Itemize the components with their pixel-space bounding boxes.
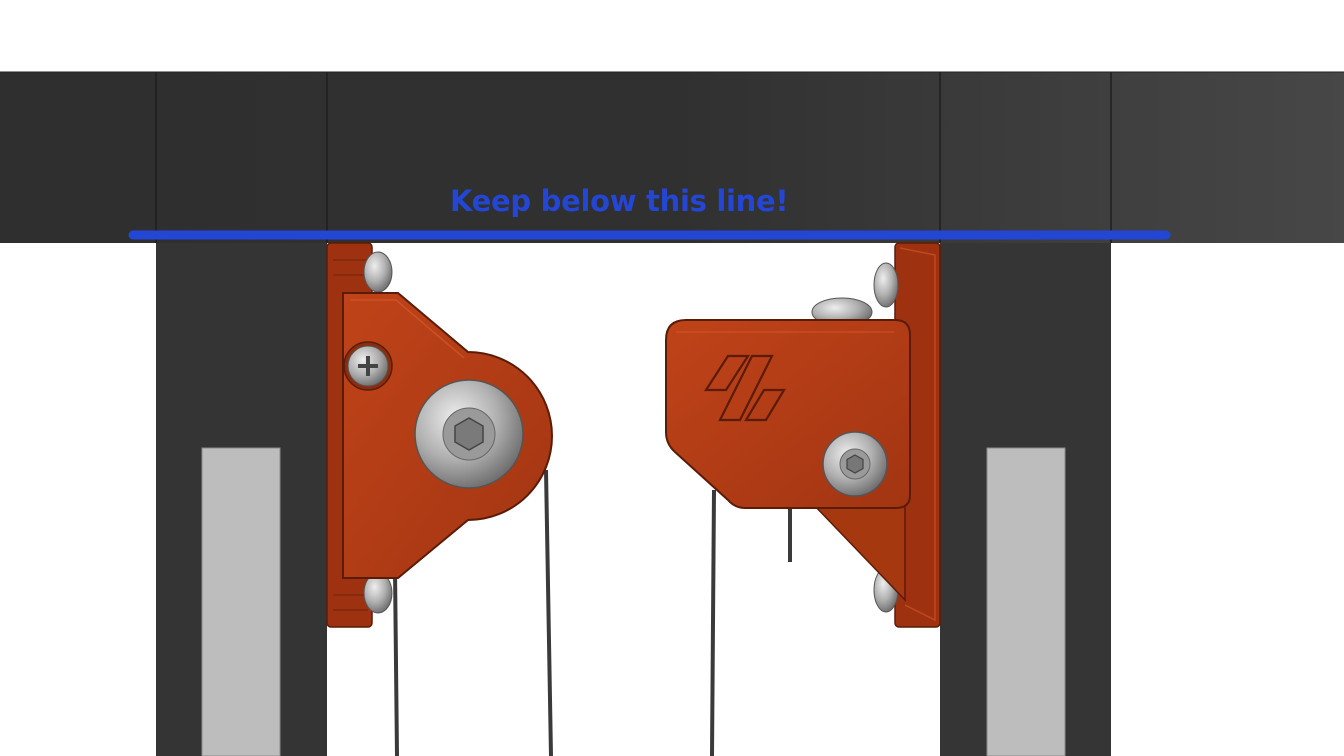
- left-tensioner-bracket: [326, 242, 553, 628]
- hex-socket-bolt-icon: [822, 431, 888, 497]
- right-post: [940, 243, 1111, 756]
- left-rail: [201, 447, 281, 756]
- hex-socket-bolt-icon: [414, 379, 524, 489]
- left-post: [156, 243, 327, 756]
- right-rail: [986, 447, 1066, 756]
- right-tensioner-bracket: [665, 242, 941, 628]
- render-scene: [0, 71, 1344, 756]
- limit-annotation-label: Keep below this line!: [450, 184, 789, 218]
- phillips-screw-icon: [343, 341, 393, 391]
